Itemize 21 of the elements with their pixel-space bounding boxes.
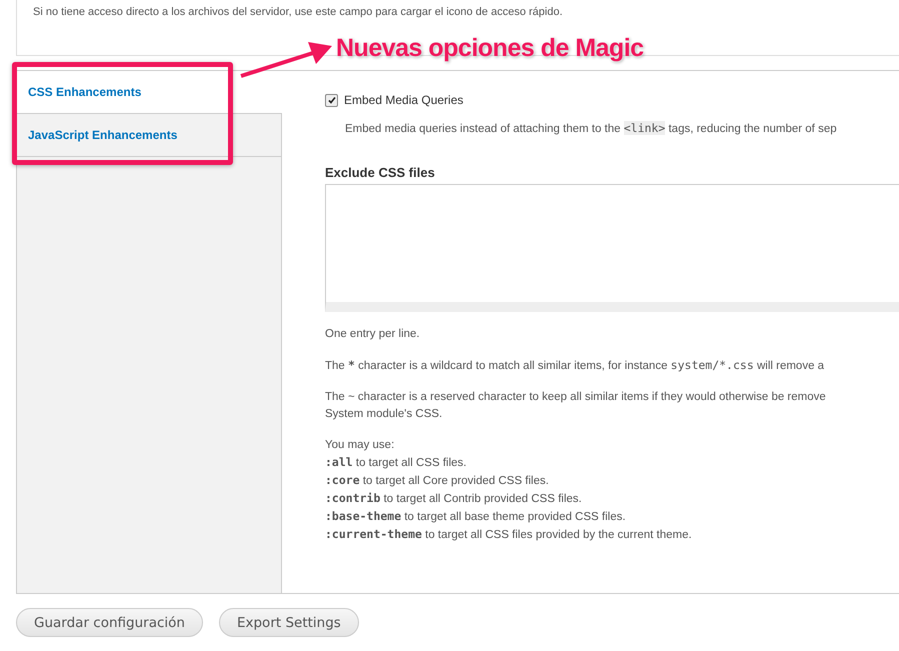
- usage-line: :contrib to target all Contrib provided CSS files.: [325, 490, 583, 507]
- field-description: Si no tiene acceso directo a los archivos del servidor, use este campo para cargar el icono de acceso rápido.: [33, 6, 563, 18]
- form-button[interactable]: Guardar configuración: [16, 608, 203, 637]
- usage-line: :core to target all Core provided CSS files.: [325, 472, 550, 489]
- help-text: You may use:: [325, 438, 396, 453]
- field-label: Exclude CSS files: [325, 165, 436, 180]
- form-button[interactable]: Export Settings: [218, 608, 359, 637]
- arrow-icon: [238, 40, 334, 80]
- usage-line: :all to target all CSS files.: [325, 454, 468, 471]
- help-text: The ~ character is a reserved character to keep all similar items if they would otherwise be remove System module's CSS.: [325, 390, 827, 422]
- checkbox[interactable]: [325, 94, 338, 106]
- checkbox-label: Embed Media Queries: [344, 93, 464, 107]
- textarea-field[interactable]: [325, 184, 899, 312]
- checkbox-description: Embed media queries instead of attaching them to the <link> tags, reducing the number of sep: [345, 121, 838, 135]
- usage-line: :base-theme to target all base theme provided CSS files.: [325, 508, 627, 525]
- annotation-label: Nuevas opciones de Magic: [336, 34, 644, 63]
- usage-line: :current-theme to target all CSS files provided by the current theme.: [325, 526, 693, 543]
- checkmark-icon: [328, 96, 336, 104]
- help-text: The * character is a wildcard to match all similar items, for instance system/*.css will remove a: [325, 357, 826, 374]
- help-text: One entry per line.: [325, 327, 421, 342]
- vertical-tab[interactable]: CSS Enhancements: [17, 71, 282, 114]
